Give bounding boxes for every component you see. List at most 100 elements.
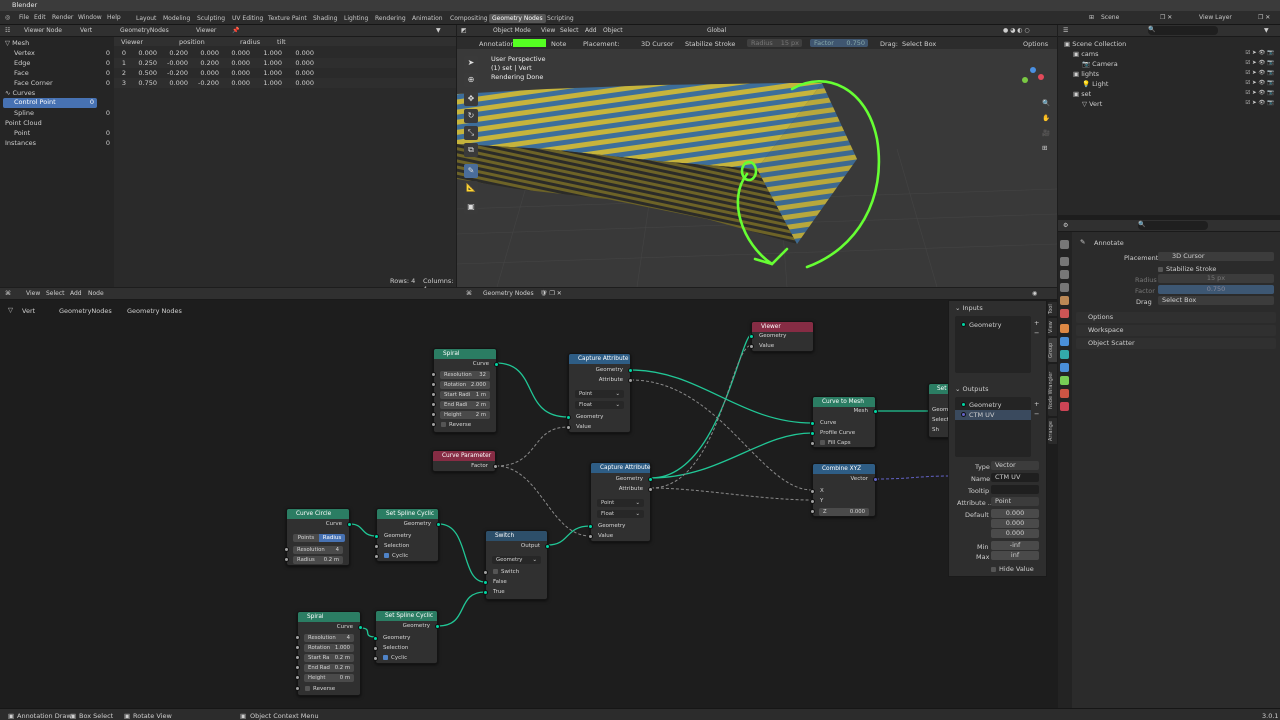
- scene-icon[interactable]: ⊞: [1089, 14, 1094, 21]
- tree-face-corner[interactable]: Face Corner 0: [14, 79, 110, 87]
- tab-arrange[interactable]: Arrange: [1048, 418, 1057, 444]
- viewer-node-selector[interactable]: Viewer Node: [24, 27, 62, 34]
- tab-scripting[interactable]: Scripting: [544, 14, 577, 23]
- curve-circle-node[interactable]: Curve Circle Curve Points Radius Resolut…: [284, 508, 352, 566]
- combine-z-field[interactable]: Z 0.000: [819, 508, 869, 516]
- spiral-end-radius[interactable]: End Radi 2 m: [440, 401, 490, 409]
- placement-dropdown[interactable]: 3D Cursor: [1158, 252, 1274, 261]
- output-item-ctm-uv[interactable]: CTM UV: [955, 410, 1031, 420]
- rotate-tool-icon[interactable]: ↻: [464, 109, 478, 123]
- world-tab-icon[interactable]: [1060, 309, 1069, 318]
- spiral-rotation[interactable]: Rotation 2.000: [440, 381, 490, 389]
- outliner-item[interactable]: ▣ Scene Collection: [1064, 40, 1274, 50]
- switch-node[interactable]: Switch Output Geometry ⌄ Switch False Tru…: [483, 530, 550, 600]
- curve-parameter-header[interactable]: Curve Parameter: [433, 451, 495, 461]
- spiral-node-header[interactable]: Spiral: [434, 349, 496, 359]
- drag-dropdown[interactable]: Select Box: [1158, 296, 1274, 305]
- tab-view[interactable]: View: [1048, 318, 1057, 336]
- capture2-type-dropdown[interactable]: Float ⌄: [597, 510, 644, 518]
- texture-tab-icon[interactable]: [1060, 402, 1069, 411]
- options-button[interactable]: Options: [1023, 40, 1048, 48]
- view-layer-selector[interactable]: View Layer: [1199, 14, 1232, 21]
- pin-icon[interactable]: 📌: [232, 27, 239, 34]
- curve-to-mesh-fill-caps[interactable]: Fill Caps: [813, 439, 875, 448]
- factor-field[interactable]: Factor 0.750: [810, 39, 868, 47]
- tool-tab-icon[interactable]: [1060, 240, 1069, 249]
- curve-to-mesh-node[interactable]: Curve to Mesh Mesh Curve Profile Curve F…: [810, 396, 878, 448]
- select-tool-icon[interactable]: ➤: [464, 56, 478, 70]
- circle-resolution[interactable]: Resolution 4: [293, 546, 343, 554]
- capture-attribute-node-2[interactable]: Capture Attribute Geometry Attribute Poi…: [588, 462, 653, 542]
- node-menu-view[interactable]: View: [26, 290, 40, 297]
- object-tab-icon[interactable]: [1060, 324, 1069, 333]
- radius-field[interactable]: 15 px: [1158, 274, 1274, 283]
- mode-selector[interactable]: Object Mode: [493, 27, 531, 34]
- visibility-toggle-icon[interactable]: ☑ ➤ 👁 📷: [1245, 100, 1274, 106]
- tree-control-point[interactable]: Control Point 0: [3, 98, 97, 108]
- tab-lighting[interactable]: Lighting: [341, 14, 371, 23]
- node-menu-node[interactable]: Node: [88, 290, 104, 297]
- transform-orientation[interactable]: Global: [707, 27, 726, 34]
- node-canvas[interactable]: ▽ Vert GeometryNodes Geometry Nodes Spir…: [0, 300, 1057, 708]
- set-spline-cyclic-node-1[interactable]: Set Spline Cyclic Geometry Geometry Sele…: [374, 508, 441, 562]
- tree-face[interactable]: Face 0: [14, 69, 110, 77]
- default-y-field[interactable]: 0.000: [991, 519, 1039, 528]
- capture-attribute-1-header[interactable]: Capture Attribute: [569, 354, 630, 364]
- drag-value[interactable]: Select Box: [902, 40, 936, 48]
- workspace-panel[interactable]: Workspace: [1076, 325, 1276, 336]
- tab-shading[interactable]: Shading: [310, 14, 340, 23]
- node-tree-fake-user-icon[interactable]: 🛡 ❐ ✕: [540, 290, 562, 297]
- node-menu-select[interactable]: Select: [46, 290, 65, 297]
- stabilize-checkbox[interactable]: Stabilize Stroke: [1158, 265, 1216, 273]
- tab-uv-editing[interactable]: UV Editing: [229, 14, 266, 23]
- particles-tab-icon[interactable]: [1060, 350, 1069, 359]
- outliner-search-input[interactable]: 🔍: [1148, 26, 1218, 35]
- switch-node-header[interactable]: Switch: [486, 531, 547, 541]
- tab-layout[interactable]: Layout: [133, 14, 159, 23]
- min-field[interactable]: -inf: [991, 541, 1039, 550]
- tooltip-input[interactable]: [991, 485, 1039, 494]
- add-output-icon[interactable]: +: [1034, 400, 1039, 408]
- switch-type-dropdown[interactable]: Geometry ⌄: [492, 556, 541, 564]
- viewport-editor-icon[interactable]: ◩: [461, 27, 467, 34]
- spiral2-end-radius[interactable]: End Rad 0.2 m: [304, 664, 354, 672]
- viewer-node[interactable]: Viewer Geometry Value: [749, 321, 814, 352]
- tree-instances[interactable]: Instances 0: [5, 139, 110, 147]
- spiral2-start-radius[interactable]: Start Ra 0.2 m: [304, 654, 354, 662]
- menu-file[interactable]: File: [19, 14, 29, 21]
- annotation-color-swatch[interactable]: [513, 39, 546, 47]
- spiral-resolution[interactable]: Resolution 32: [440, 371, 490, 379]
- pan-hand-icon[interactable]: ✋: [1042, 114, 1050, 122]
- capture-attribute-2-header[interactable]: Capture Attribute: [591, 463, 651, 473]
- outputs-list[interactable]: Geometry CTM UV: [955, 397, 1031, 457]
- outliner-item[interactable]: 📷 Camera ☑ ➤ 👁 📷: [1082, 60, 1274, 70]
- outliner-item[interactable]: ▽ Vert ☑ ➤ 👁 📷: [1082, 100, 1274, 110]
- view-layer-tab-icon[interactable]: [1060, 283, 1069, 292]
- output-tab-icon[interactable]: [1060, 270, 1069, 279]
- scene-selector[interactable]: Scene: [1101, 14, 1119, 21]
- node-tree-selector[interactable]: Geometry Nodes: [483, 290, 534, 297]
- set-spline-cyclic-2-header[interactable]: Set Spline Cyclic: [376, 611, 437, 621]
- spiral-node-2[interactable]: Spiral Curve Resolution 4 Rotation 1.000 S…: [295, 611, 363, 696]
- properties-search-input[interactable]: 🔍: [1138, 221, 1208, 230]
- set-spline-cyclic-node-2[interactable]: Set Spline Cyclic Geometry Geometry Sele…: [373, 610, 440, 664]
- spiral2-reverse[interactable]: Reverse: [298, 685, 360, 694]
- view-layer-add-icon[interactable]: ❐ ✕: [1258, 14, 1270, 21]
- outliner-editor-icon[interactable]: ☰: [1063, 27, 1068, 34]
- node-menu-add[interactable]: Add: [70, 290, 82, 297]
- material-tab-icon[interactable]: [1060, 389, 1069, 398]
- tree-point[interactable]: Point 0: [14, 129, 110, 137]
- inputs-list[interactable]: Geometry: [955, 316, 1031, 373]
- attribute-domain-dropdown[interactable]: Point: [991, 497, 1039, 506]
- tree-vertex[interactable]: Vertex 0: [14, 49, 110, 57]
- move-tool-icon[interactable]: ✥: [464, 92, 478, 106]
- outputs-panel-header[interactable]: ⌄ Outputs: [949, 384, 1046, 394]
- combine-xyz-node[interactable]: Combine XYZ Vector X Y Z 0.000: [810, 463, 878, 517]
- spiral-2-header[interactable]: Spiral: [298, 612, 360, 622]
- spiral-height[interactable]: Height 2 m: [440, 411, 490, 419]
- circle-radius[interactable]: Radius 0.2 m: [293, 556, 343, 564]
- visibility-toggle-icon[interactable]: ☑ ➤ 👁 📷: [1245, 60, 1274, 66]
- options-panel[interactable]: Options: [1076, 312, 1276, 323]
- menu-help[interactable]: Help: [107, 14, 121, 21]
- max-field[interactable]: inf: [991, 551, 1039, 560]
